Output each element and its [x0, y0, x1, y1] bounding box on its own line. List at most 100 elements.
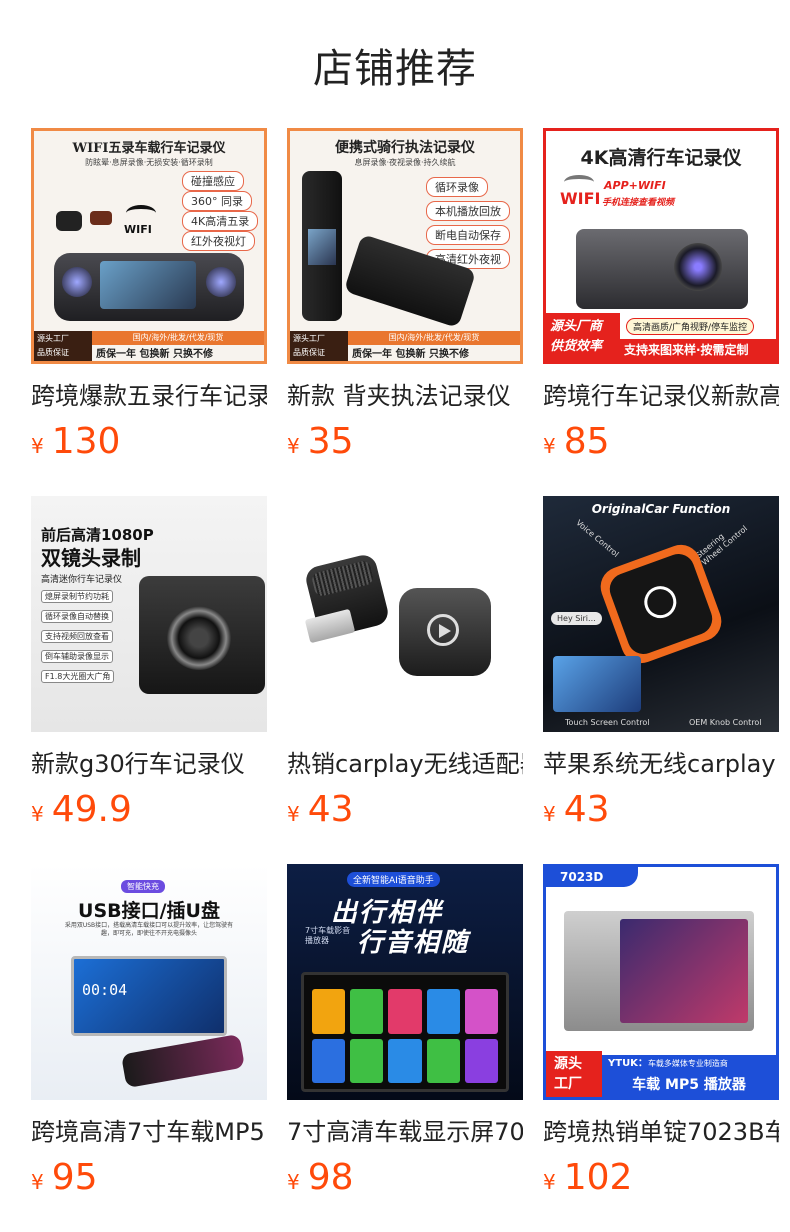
feature-tag: 断电自动保存	[426, 225, 510, 245]
image-headline: USB接口/插U盘	[78, 900, 220, 922]
product-name[interactable]: 苹果系统无线carplay	[543, 748, 779, 780]
currency-symbol: ¥	[543, 802, 556, 826]
feature-pill: 高清画质/广角视野/停车监控	[626, 318, 755, 335]
usb-plug-image	[304, 608, 356, 644]
product-name[interactable]: 热销carplay无线适配器	[287, 748, 523, 780]
camera-module-icon	[90, 211, 112, 225]
price-value: 35	[307, 421, 354, 462]
product-name[interactable]: 跨境热销单锭7023B车载	[543, 1116, 779, 1148]
product-price: ¥ 102	[543, 1158, 779, 1198]
currency-symbol: ¥	[543, 1170, 556, 1194]
footer-badge-line: 品质保证	[37, 348, 69, 357]
head-unit-image	[301, 972, 509, 1092]
product-name[interactable]: 跨境高清7寸车载MP5	[31, 1116, 267, 1148]
product-card[interactable]: OriginalCar Function Voice Control Steer…	[543, 496, 779, 830]
footer-top-strip: 国内/海外/批发/代发/现货	[92, 331, 264, 345]
product-name[interactable]: 7寸高清车载显示屏7018	[287, 1116, 523, 1148]
product-price: ¥ 130	[31, 422, 267, 462]
product-image[interactable]: WIFI五录车载行车记录仪 防眩晕·息屏录像·无损安装·循环录制 碰撞感应 36…	[31, 128, 267, 364]
price-value: 98	[307, 1157, 354, 1198]
currency-symbol: ¥	[287, 802, 300, 826]
feature-tag: 红外夜视灯	[182, 231, 255, 251]
price-value: 43	[307, 789, 354, 830]
app-tile-avin	[350, 1038, 384, 1083]
feature-tag: 4K高清五录	[182, 211, 259, 231]
dashcam-device-image	[139, 576, 265, 694]
footer-banner: 车载 MP5 播放器	[602, 1073, 776, 1097]
product-name[interactable]: 新款 背夹执法记录仪	[287, 380, 523, 412]
phone-image	[120, 1033, 246, 1089]
product-image[interactable]: 全新智能AI语音助手 出行相伴 行音相随 7寸车载影音播放器	[287, 864, 523, 1100]
product-image[interactable]	[287, 496, 523, 732]
product-card[interactable]: 全新智能AI语音助手 出行相伴 行音相随 7寸车载影音播放器 7寸高清车载显示屏…	[287, 864, 523, 1198]
footer-badge-line: 源头工厂	[37, 334, 69, 343]
knob-label: OEM Knob Control	[689, 718, 762, 727]
currency-symbol: ¥	[31, 1170, 44, 1194]
camera-module-icon	[56, 211, 82, 231]
feature-tag: 熄屏录制节约功耗	[41, 590, 113, 603]
app-label: APP+WIFI	[604, 179, 666, 192]
currency-symbol: ¥	[31, 802, 44, 826]
currency-symbol: ¥	[287, 1170, 300, 1194]
product-name[interactable]: 跨境爆款五录行车记录仪	[31, 380, 267, 412]
image-subline: 高清迷你行车记录仪	[41, 575, 123, 585]
product-image[interactable]: 4K高清行车记录仪 WIFI APP+WIFI 手机连接查看视频 源头厂商 供货…	[543, 128, 779, 364]
product-name[interactable]: 新款g30行车记录仪	[31, 748, 267, 780]
feature-tag: 倒车辅助录像显示	[41, 650, 113, 663]
feature-tag: 360° 同录	[182, 191, 252, 211]
product-card[interactable]: 便携式骑行执法记录仪 息屏录像·夜视录像·持久续航 循环录像 本机播放回放 断电…	[287, 128, 523, 462]
product-card[interactable]: 热销carplay无线适配器 ¥ 43	[287, 496, 523, 830]
app-tile-bluetooth	[312, 1038, 346, 1083]
product-price: ¥ 35	[287, 422, 523, 462]
steering-control-label: Steering Wheel Control	[694, 523, 750, 568]
price-value: 85	[563, 421, 610, 462]
product-price: ¥ 85	[543, 422, 779, 462]
product-card[interactable]: 7023D 源头 工厂 YTUK：车载多媒体专业制造商 车载 MP5 播放器 跨…	[543, 864, 779, 1198]
brand-tagline: 车载多媒体专业制造商	[647, 1059, 728, 1068]
product-card[interactable]: 4K高清行车记录仪 WIFI APP+WIFI 手机连接查看视频 源头厂商 供货…	[543, 128, 779, 462]
wifi-label: WIFI	[560, 189, 601, 208]
price-value: 130	[51, 421, 121, 462]
brand-strip: YTUK：车载多媒体专业制造商	[602, 1055, 776, 1073]
dashcam-device-image	[576, 229, 748, 309]
image-sideline: 7寸车载影音播放器	[305, 926, 351, 945]
footer-guarantee: 质保一年 包换新 只换不修	[352, 349, 469, 360]
product-image[interactable]: 便携式骑行执法记录仪 息屏录像·夜视录像·持久续航 循环录像 本机播放回放 断电…	[287, 128, 523, 364]
product-image[interactable]: 前后高清1080P 双镜头录制 高清迷你行车记录仪 熄屏录制节约功耗 循环录像自…	[31, 496, 267, 732]
page-title: 店铺推荐	[313, 46, 477, 92]
product-price: ¥ 43	[543, 790, 779, 830]
footer-guarantee: 质保一年 包换新 只换不修	[96, 349, 213, 360]
carplay-adapter-image	[399, 588, 491, 676]
source-badge: 源头 工厂	[546, 1051, 602, 1097]
footer-badge: 源头工厂 品质保证	[290, 331, 348, 361]
feature-tag: 循环录像自动替换	[41, 610, 113, 623]
wifi-icon	[564, 175, 594, 189]
feature-tag: 碰撞感应	[182, 171, 244, 191]
product-card[interactable]: 智能快充 USB接口/插U盘 采用双USB接口，搭载高清车载接口可以提升效率，让…	[31, 864, 267, 1198]
wifi-icon	[126, 205, 156, 221]
head-unit-clock: 00:04	[82, 981, 128, 999]
footer-badge: 源头工厂 品质保证	[34, 331, 92, 361]
image-headline: 4K高清行车记录仪	[580, 147, 742, 169]
app-tile-settings	[388, 1038, 422, 1083]
image-subline: 息屏录像·夜视录像·持久续航	[354, 158, 456, 167]
dashcam-device-image	[54, 253, 244, 321]
footer-top-strip: 国内/海外/批发/代发/现货	[348, 331, 520, 345]
product-price: ¥ 98	[287, 1158, 523, 1198]
currency-symbol: ¥	[543, 434, 556, 458]
image-headline: OriginalCar Function	[591, 502, 731, 516]
app-tile-fm	[312, 989, 346, 1034]
product-image[interactable]: OriginalCar Function Voice Control Steer…	[543, 496, 779, 732]
currency-symbol: ¥	[287, 434, 300, 458]
image-badge: 智能快充	[121, 880, 165, 893]
footer-badge-line: 源头工厂	[293, 334, 325, 343]
siri-prompt: Hey Siri...	[551, 612, 602, 625]
product-name[interactable]: 跨境行车记录仪新款高清	[543, 380, 779, 412]
product-image[interactable]: 智能快充 USB接口/插U盘 采用双USB接口，搭载高清车载接口可以提升效率，让…	[31, 864, 267, 1100]
feature-tag: 本机播放回放	[426, 201, 510, 221]
image-headline: 行音相随	[357, 928, 470, 958]
product-image[interactable]: 7023D 源头 工厂 YTUK：车载多媒体专业制造商 车载 MP5 播放器	[543, 864, 779, 1100]
body-camera-image	[302, 171, 342, 321]
product-card[interactable]: WIFI五录车载行车记录仪 防眩晕·息屏录像·无损安装·循环录制 碰撞感应 36…	[31, 128, 267, 462]
product-card[interactable]: 前后高清1080P 双镜头录制 高清迷你行车记录仪 熄屏录制节约功耗 循环录像自…	[31, 496, 267, 830]
